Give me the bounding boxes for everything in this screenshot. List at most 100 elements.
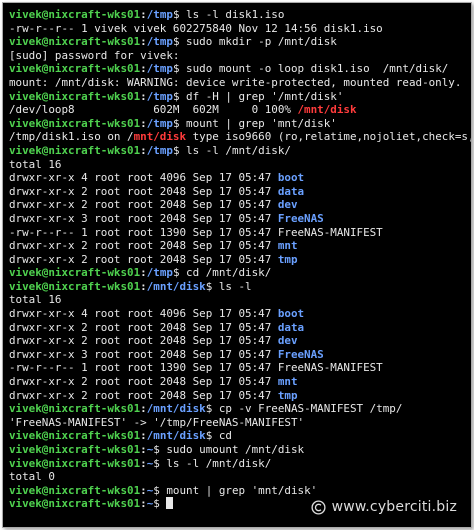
directory-entry: data bbox=[277, 184, 305, 198]
grep-match: mnt/disk bbox=[133, 130, 187, 144]
directory-entry: FreeNAS bbox=[277, 211, 324, 225]
directory-entry: FreeNAS bbox=[277, 347, 324, 361]
terminal-line: vivek@nixcraft-wks01:/tmp$ sudo mount -o… bbox=[9, 62, 471, 76]
output-text: $ ls -l bbox=[205, 279, 252, 293]
output-text: $ bbox=[153, 497, 167, 511]
terminal-line: drwxr-xr-x 2 root root 2048 Sep 17 05:47… bbox=[9, 321, 471, 335]
prompt-user: vivek@nixcraft-wks01 bbox=[9, 266, 141, 280]
prompt-path: /tmp bbox=[146, 266, 173, 280]
output-text: /dev/loop8 602M 602M 0 100% bbox=[9, 103, 298, 117]
output-text: [sudo] password for vivek: bbox=[9, 48, 180, 62]
prompt-user: vivek@nixcraft-wks01 bbox=[9, 456, 141, 470]
output-text: $ df -H | grep '/mnt/disk' bbox=[172, 89, 344, 103]
output-text: $ mount | grep 'mnt/disk' bbox=[172, 116, 337, 130]
terminal-window[interactable]: vivek@nixcraft-wks01:/tmp$ ls -l disk1.i… bbox=[2, 2, 472, 528]
grep-match: /mnt/disk bbox=[297, 103, 357, 117]
output-text: type iso9660 (ro,relatime,nojoliet,check… bbox=[186, 130, 471, 144]
prompt-user: vivek@nixcraft-wks01 bbox=[9, 89, 141, 103]
terminal-line: total 16 bbox=[9, 293, 471, 307]
prompt-user: vivek@nixcraft-wks01 bbox=[9, 402, 141, 416]
prompt-user: vivek@nixcraft-wks01 bbox=[9, 497, 141, 511]
prompt-user: vivek@nixcraft-wks01 bbox=[9, 143, 141, 157]
output-text: drwxr-xr-x 3 root root 2048 Sep 17 05:47 bbox=[9, 211, 278, 225]
output-text: drwxr-xr-x 4 root root 4096 Sep 17 05:47 bbox=[9, 171, 278, 185]
directory-entry: tmp bbox=[277, 388, 298, 402]
prompt-path: /tmp bbox=[146, 116, 173, 130]
terminal-line: drwxr-xr-x 4 root root 4096 Sep 17 05:47… bbox=[9, 307, 471, 321]
terminal-line: [sudo] password for vivek: bbox=[9, 49, 471, 63]
terminal-line: total 0 bbox=[9, 470, 471, 484]
directory-entry: data bbox=[277, 320, 305, 334]
output-text: $ sudo mkdir -p /mnt/disk bbox=[172, 35, 337, 49]
terminal-line: drwxr-xr-x 2 root root 2048 Sep 17 05:47… bbox=[9, 389, 471, 403]
prompt-path: /tmp bbox=[146, 35, 173, 49]
directory-entry: boot bbox=[277, 307, 305, 321]
terminal-output[interactable]: vivek@nixcraft-wks01:/tmp$ ls -l disk1.i… bbox=[9, 8, 471, 511]
output-text: $ sudo mount -o loop disk1.iso /mnt/disk… bbox=[172, 62, 449, 76]
terminal-line: total 16 bbox=[9, 158, 471, 172]
terminal-line: vivek@nixcraft-wks01:~$ mount | grep 'mn… bbox=[9, 484, 471, 498]
output-text: drwxr-xr-x 2 root root 2048 Sep 17 05:47 bbox=[9, 184, 278, 198]
terminal-line: -rw-r--r-- 1 vivek vivek 602275840 Nov 1… bbox=[9, 22, 471, 36]
terminal-line: vivek@nixcraft-wks01:/tmp$ ls -l /mnt/di… bbox=[9, 144, 471, 158]
output-text: total 0 bbox=[9, 470, 55, 484]
terminal-line: mount: /mnt/disk: WARNING: device write-… bbox=[9, 76, 471, 90]
output-text: total 16 bbox=[9, 293, 62, 307]
terminal-line: /tmp/disk1.iso on /mnt/disk type iso9660… bbox=[9, 130, 471, 144]
output-text: $ ls -l /mnt/disk/ bbox=[172, 143, 291, 157]
output-text: drwxr-xr-x 2 root root 2048 Sep 17 05:47 bbox=[9, 252, 278, 266]
terminal-line: vivek@nixcraft-wks01:~$ ls -l /mnt/disk/ bbox=[9, 457, 471, 471]
prompt-path: /mnt/disk bbox=[146, 279, 206, 293]
terminal-line: -rw-r--r-- 1 root root 1390 Sep 17 05:47… bbox=[9, 361, 471, 375]
output-text: $ mount | grep 'mnt/disk' bbox=[153, 483, 318, 497]
prompt-path: /tmp bbox=[146, 143, 173, 157]
output-text: $ cd bbox=[205, 429, 232, 443]
copyright-c-icon bbox=[311, 499, 326, 515]
terminal-line: drwxr-xr-x 2 root root 2048 Sep 17 05:47… bbox=[9, 253, 471, 267]
terminal-line: drwxr-xr-x 2 root root 2048 Sep 17 05:47… bbox=[9, 239, 471, 253]
terminal-line: drwxr-xr-x 2 root root 2048 Sep 17 05:47… bbox=[9, 198, 471, 212]
output-text: 'FreeNAS-MANIFEST' -> '/tmp/FreeNAS-MANI… bbox=[9, 415, 305, 429]
terminal-line: 'FreeNAS-MANIFEST' -> '/tmp/FreeNAS-MANI… bbox=[9, 416, 471, 430]
watermark-text: www.cyberciti.biz bbox=[331, 499, 457, 515]
terminal-line: drwxr-xr-x 4 root root 4096 Sep 17 05:47… bbox=[9, 171, 471, 185]
terminal-line: vivek@nixcraft-wks01:/mnt/disk$ ls -l bbox=[9, 280, 471, 294]
directory-entry: tmp bbox=[277, 252, 298, 266]
output-text: drwxr-xr-x 2 root root 2048 Sep 17 05:47 bbox=[9, 198, 278, 212]
prompt-path: /tmp bbox=[146, 8, 173, 21]
output-text: -rw-r--r-- 1 root root 1390 Sep 17 05:47… bbox=[9, 361, 383, 375]
output-text: drwxr-xr-x 2 root root 2048 Sep 17 05:47 bbox=[9, 375, 278, 389]
prompt-user: vivek@nixcraft-wks01 bbox=[9, 429, 141, 443]
terminal-line: drwxr-xr-x 2 root root 2048 Sep 17 05:47… bbox=[9, 334, 471, 348]
terminal-line: vivek@nixcraft-wks01:/tmp$ ls -l disk1.i… bbox=[9, 8, 471, 22]
terminal-line: -rw-r--r-- 1 root root 1390 Sep 17 05:47… bbox=[9, 226, 471, 240]
prompt-user: vivek@nixcraft-wks01 bbox=[9, 116, 141, 130]
terminal-line: vivek@nixcraft-wks01:/tmp$ cd /mnt/disk/ bbox=[9, 266, 471, 280]
prompt-path: /mnt/disk bbox=[146, 402, 206, 416]
watermark: www.cyberciti.biz bbox=[311, 499, 457, 515]
output-text: drwxr-xr-x 3 root root 2048 Sep 17 05:47 bbox=[9, 347, 278, 361]
prompt-path: /tmp bbox=[146, 89, 173, 103]
terminal-line: vivek@nixcraft-wks01:/mnt/disk$ cp -v Fr… bbox=[9, 402, 471, 416]
output-text: mount: /mnt/disk: WARNING: device write-… bbox=[9, 75, 462, 89]
terminal-line: vivek@nixcraft-wks01:/tmp$ df -H | grep … bbox=[9, 90, 471, 104]
output-text: $ cp -v FreeNAS-MANIFEST /tmp/ bbox=[205, 402, 403, 416]
prompt-user: vivek@nixcraft-wks01 bbox=[9, 35, 141, 49]
output-text: drwxr-xr-x 2 root root 2048 Sep 17 05:47 bbox=[9, 239, 278, 253]
terminal-line: vivek@nixcraft-wks01:/tmp$ mount | grep … bbox=[9, 117, 471, 131]
terminal-line: vivek@nixcraft-wks01:/mnt/disk$ cd bbox=[9, 429, 471, 443]
terminal-line: vivek@nixcraft-wks01:~$ sudo umount /mnt… bbox=[9, 443, 471, 457]
output-text: $ sudo umount /mnt/disk bbox=[153, 443, 305, 456]
prompt-user: vivek@nixcraft-wks01 bbox=[9, 8, 141, 21]
prompt-path: /tmp bbox=[146, 62, 173, 76]
terminal-line: drwxr-xr-x 3 root root 2048 Sep 17 05:47… bbox=[9, 212, 471, 226]
terminal-line: vivek@nixcraft-wks01:/tmp$ sudo mkdir -p… bbox=[9, 35, 471, 49]
prompt-user: vivek@nixcraft-wks01 bbox=[9, 279, 141, 293]
terminal-line: drwxr-xr-x 3 root root 2048 Sep 17 05:47… bbox=[9, 348, 471, 362]
output-text: drwxr-xr-x 2 root root 2048 Sep 17 05:47 bbox=[9, 320, 278, 334]
output-text: /tmp/disk1.iso on / bbox=[9, 130, 134, 144]
prompt-user: vivek@nixcraft-wks01 bbox=[9, 443, 141, 456]
output-text: -rw-r--r-- 1 vivek vivek 602275840 Nov 1… bbox=[9, 21, 383, 35]
prompt-path: /mnt/disk bbox=[146, 429, 206, 443]
output-text: $ cd /mnt/disk/ bbox=[172, 266, 272, 280]
